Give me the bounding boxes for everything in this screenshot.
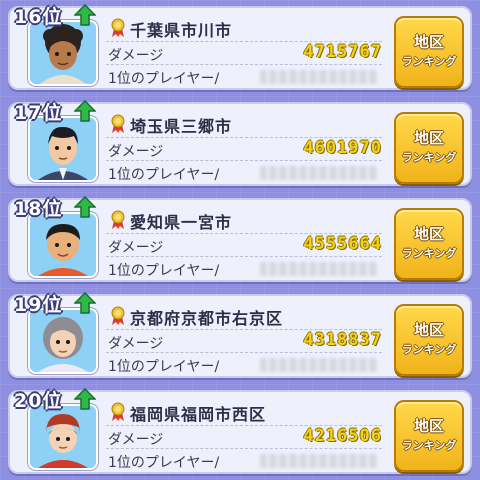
top-player-name-blurred: [260, 166, 378, 180]
region-ranking-button[interactable]: 地区 ランキング: [394, 208, 464, 280]
region-ranking-button[interactable]: 地区 ランキング: [394, 16, 464, 88]
player-avatar[interactable]: [28, 308, 98, 374]
damage-label: ダメージ: [108, 432, 164, 448]
award-ribbon-icon: [110, 18, 126, 38]
top-player-label: 1位のプレイヤー/: [108, 71, 220, 87]
ranking-row: 千葉県市川市 ダメージ 4715767 1位のプレイヤー/ 地区 ランキング 1…: [8, 2, 472, 90]
ranking-row: 福岡県福岡市西区 ダメージ 4216506 1位のプレイヤー/ 地区 ランキング…: [8, 386, 472, 474]
player-avatar[interactable]: [28, 116, 98, 182]
top-player-name-blurred: [260, 70, 378, 84]
region-ranking-button[interactable]: 地区 ランキング: [394, 400, 464, 472]
award-ribbon-icon: [110, 210, 126, 230]
rank-up-arrow-icon: [73, 291, 97, 314]
rank-up-arrow-icon: [73, 3, 97, 26]
damage-label: ダメージ: [108, 240, 164, 256]
region-ranking-button-label-1: 地区: [413, 33, 444, 51]
damage-value: 4715767: [303, 42, 382, 62]
region-ranking-button-label-2: ランキング: [401, 151, 457, 164]
city-name: 愛知県一宮市: [130, 213, 233, 232]
ranking-row: 埼玉県三郷市 ダメージ 4601970 1位のプレイヤー/ 地区 ランキング 1…: [8, 98, 472, 186]
rank-number: 17位: [14, 102, 63, 124]
ranking-row: 京都府京都市右京区 ダメージ 4318837 1位のプレイヤー/ 地区 ランキン…: [8, 290, 472, 378]
rank-up-arrow-icon: [73, 99, 97, 122]
top-player-label: 1位のプレイヤー/: [108, 263, 220, 279]
region-ranking-button-label-1: 地区: [413, 129, 444, 147]
damage-value: 4216506: [303, 426, 382, 446]
award-ribbon-icon: [110, 114, 126, 134]
region-ranking-button-label-2: ランキング: [401, 439, 457, 452]
top-player-name-blurred: [260, 454, 378, 468]
player-avatar[interactable]: [28, 20, 98, 86]
rank-number: 19位: [14, 294, 63, 316]
divider: [106, 352, 382, 353]
rank-up-arrow-icon: [73, 387, 97, 410]
region-ranking-button-label-2: ランキング: [401, 343, 457, 356]
rank-number: 16位: [14, 6, 63, 28]
player-avatar[interactable]: [28, 404, 98, 470]
damage-label: ダメージ: [108, 48, 164, 64]
damage-label: ダメージ: [108, 336, 164, 352]
ranking-row: 愛知県一宮市 ダメージ 4555664 1位のプレイヤー/ 地区 ランキング 1…: [8, 194, 472, 282]
region-ranking-button-label-2: ランキング: [401, 247, 457, 260]
top-player-name-blurred: [260, 358, 378, 372]
divider: [106, 256, 382, 257]
award-ribbon-icon: [110, 402, 126, 422]
ranking-list: 千葉県市川市 ダメージ 4715767 1位のプレイヤー/ 地区 ランキング 1…: [0, 0, 480, 480]
top-player-label: 1位のプレイヤー/: [108, 455, 220, 471]
city-name: 京都府京都市右京区: [130, 309, 284, 328]
damage-value: 4318837: [303, 330, 382, 350]
region-ranking-button[interactable]: 地区 ランキング: [394, 304, 464, 376]
region-ranking-button-label-2: ランキング: [401, 55, 457, 68]
region-ranking-button-label-1: 地区: [413, 321, 444, 339]
region-ranking-button-label-1: 地区: [413, 225, 444, 243]
rank-number: 20位: [14, 390, 63, 412]
divider: [106, 64, 382, 65]
divider: [106, 448, 382, 449]
award-ribbon-icon: [110, 306, 126, 326]
damage-label: ダメージ: [108, 144, 164, 160]
divider: [106, 160, 382, 161]
rank-up-arrow-icon: [73, 195, 97, 218]
region-ranking-button[interactable]: 地区 ランキング: [394, 112, 464, 184]
damage-value: 4555664: [303, 234, 382, 254]
city-name: 福岡県福岡市西区: [130, 405, 267, 424]
top-player-label: 1位のプレイヤー/: [108, 359, 220, 375]
damage-value: 4601970: [303, 138, 382, 158]
top-player-label: 1位のプレイヤー/: [108, 167, 220, 183]
player-avatar[interactable]: [28, 212, 98, 278]
city-name: 千葉県市川市: [130, 21, 233, 40]
top-player-name-blurred: [260, 262, 378, 276]
rank-number: 18位: [14, 198, 63, 220]
city-name: 埼玉県三郷市: [130, 117, 233, 136]
region-ranking-button-label-1: 地区: [413, 417, 444, 435]
